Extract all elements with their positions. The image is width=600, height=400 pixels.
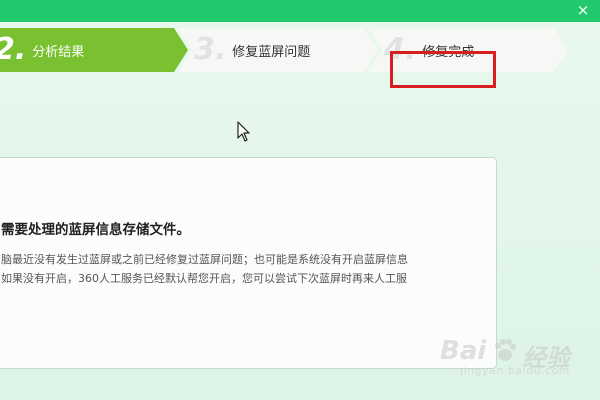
step-progress-bar: 2. 分析结果 3. 修复蓝屏问题 4. 修复完成 — [0, 28, 600, 72]
watermark-text: Bai — [440, 336, 487, 366]
step-label: 修复蓝屏问题 — [232, 44, 311, 60]
panel-description-line: 脑最近没有发生过蓝屏或之前已经修复过蓝屏问题；也可能是系统没有开启蓝屏信息 — [1, 253, 408, 266]
mouse-cursor-icon — [237, 121, 250, 142]
close-button[interactable]: × — [574, 1, 592, 19]
baidu-watermark: Bai 经验 jingyan.baidu.com — [440, 334, 590, 382]
highlight-annotation — [390, 51, 496, 88]
step-number: 2. — [0, 32, 27, 67]
panel-heading: 需要处理的蓝屏信息存储文件。 — [1, 222, 190, 238]
step-label: 分析结果 — [32, 44, 85, 60]
panel-description-line: 如果没有开启，360人工服务已经默认帮您开启，您可以尝试下次蓝屏时再来人工服 — [1, 272, 407, 285]
title-bar: × — [0, 0, 600, 22]
watermark-url: jingyan.baidu.com — [460, 364, 571, 377]
step-analyze-results: 2. 分析结果 — [0, 28, 188, 72]
info-panel: 需要处理的蓝屏信息存储文件。 脑最近没有发生过蓝屏或之前已经修复过蓝屏问题；也可… — [0, 157, 497, 369]
step-number: 3. — [194, 32, 227, 67]
close-icon: × — [576, 1, 590, 19]
paw-icon — [495, 339, 516, 361]
step-repair-bluescreen: 3. 修复蓝屏问题 — [178, 28, 378, 72]
